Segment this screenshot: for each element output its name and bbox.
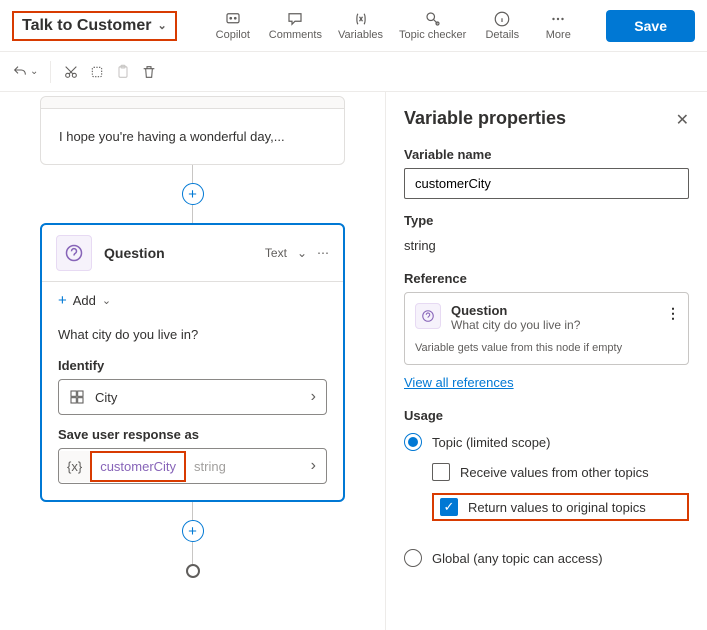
panel-title: Variable properties <box>404 108 689 129</box>
variable-name-input[interactable] <box>404 168 689 199</box>
radio-icon <box>404 549 422 567</box>
reference-title: Question <box>451 303 580 318</box>
usage-topic-radio[interactable]: Topic (limited scope) <box>404 433 689 451</box>
type-label: Type <box>404 213 689 228</box>
add-node-button[interactable]: + <box>182 183 204 205</box>
end-node-icon <box>186 564 200 578</box>
usage-global-radio[interactable]: Global (any topic can access) <box>404 549 689 567</box>
variables-button[interactable]: Variables <box>338 10 383 41</box>
entity-icon <box>69 389 85 405</box>
identify-label: Identify <box>58 358 327 373</box>
variables-icon <box>352 10 370 28</box>
add-condition-button[interactable]: + Add ⌄ <box>42 282 343 319</box>
reference-subtitle: What city do you live in? <box>451 318 580 332</box>
authoring-canvas[interactable]: I hope you're having a wonderful day,...… <box>0 92 385 630</box>
variable-select[interactable]: {x} customerCity string › <box>58 448 327 484</box>
chevron-right-icon: › <box>301 449 326 483</box>
comment-icon <box>286 10 304 28</box>
usage-label: Usage <box>404 408 689 423</box>
copilot-button[interactable]: Copilot <box>213 10 253 41</box>
variable-name-label: Variable name <box>404 147 689 162</box>
topic-name-dropdown[interactable]: Talk to Customer ⌄ <box>12 11 177 41</box>
copy-icon <box>89 64 105 80</box>
topic-name-text: Talk to Customer <box>22 17 152 35</box>
question-node[interactable]: Question Text ⌄ ⋯ + Add ⌄ What city do y… <box>40 223 345 502</box>
plus-icon: + <box>58 292 67 309</box>
variable-prefix-icon: {x} <box>59 451 90 482</box>
view-all-references-link[interactable]: View all references <box>404 375 514 390</box>
save-button[interactable]: Save <box>606 10 695 42</box>
message-node[interactable]: I hope you're having a wonderful day,... <box>40 96 345 165</box>
copy-button[interactable] <box>89 64 105 80</box>
checker-icon <box>424 10 442 28</box>
return-values-checkbox[interactable]: ✓ Return values to original topics <box>432 493 689 521</box>
save-response-label: Save user response as <box>58 427 327 442</box>
trash-icon <box>141 64 157 80</box>
reference-label: Reference <box>404 271 689 286</box>
undo-button[interactable]: ⌄ <box>12 64 38 80</box>
checkbox-icon: ✓ <box>440 498 458 516</box>
paste-button[interactable] <box>115 64 131 80</box>
question-node-title: Question <box>104 245 253 261</box>
paste-icon <box>115 64 131 80</box>
type-value: string <box>404 234 689 257</box>
comments-button[interactable]: Comments <box>269 10 322 41</box>
chevron-down-icon[interactable]: ⌄ <box>297 246 307 260</box>
variable-name: customerCity <box>90 451 186 482</box>
copilot-icon <box>224 10 242 28</box>
undo-icon <box>12 64 28 80</box>
close-panel-button[interactable]: ✕ <box>676 110 689 130</box>
reference-card[interactable]: Question What city do you live in? ⋮ Var… <box>404 292 689 365</box>
add-node-button[interactable]: + <box>182 520 204 542</box>
details-button[interactable]: Details <box>482 10 522 41</box>
cut-button[interactable] <box>63 64 79 80</box>
radio-icon <box>404 433 422 451</box>
info-icon <box>493 10 511 28</box>
message-node-header <box>41 97 344 109</box>
delete-button[interactable] <box>141 64 157 80</box>
variable-type: string <box>186 453 301 480</box>
message-node-body: I hope you're having a wonderful day,... <box>41 109 344 164</box>
checkbox-icon <box>432 463 450 481</box>
cut-icon <box>63 64 79 80</box>
question-icon <box>415 303 441 329</box>
chevron-down-icon: ⌄ <box>102 294 111 307</box>
question-icon <box>56 235 92 271</box>
question-prompt[interactable]: What city do you live in? <box>42 319 343 346</box>
topic-checker-button[interactable]: Topic checker <box>399 10 466 41</box>
ellipsis-icon <box>549 10 567 28</box>
chevron-right-icon: › <box>311 388 316 406</box>
identify-select[interactable]: City › <box>58 379 327 415</box>
more-icon[interactable]: ⋯ <box>317 246 329 260</box>
variable-properties-panel: ✕ Variable properties Variable name Type… <box>385 92 707 630</box>
reference-more-button[interactable]: ⋮ <box>666 305 680 322</box>
more-button[interactable]: More <box>538 10 578 41</box>
receive-values-checkbox[interactable]: Receive values from other topics <box>432 463 689 481</box>
chevron-down-icon: ⌄ <box>158 19 167 32</box>
question-type-badge: Text <box>265 246 287 260</box>
reference-note: Variable gets value from this node if em… <box>415 342 678 354</box>
